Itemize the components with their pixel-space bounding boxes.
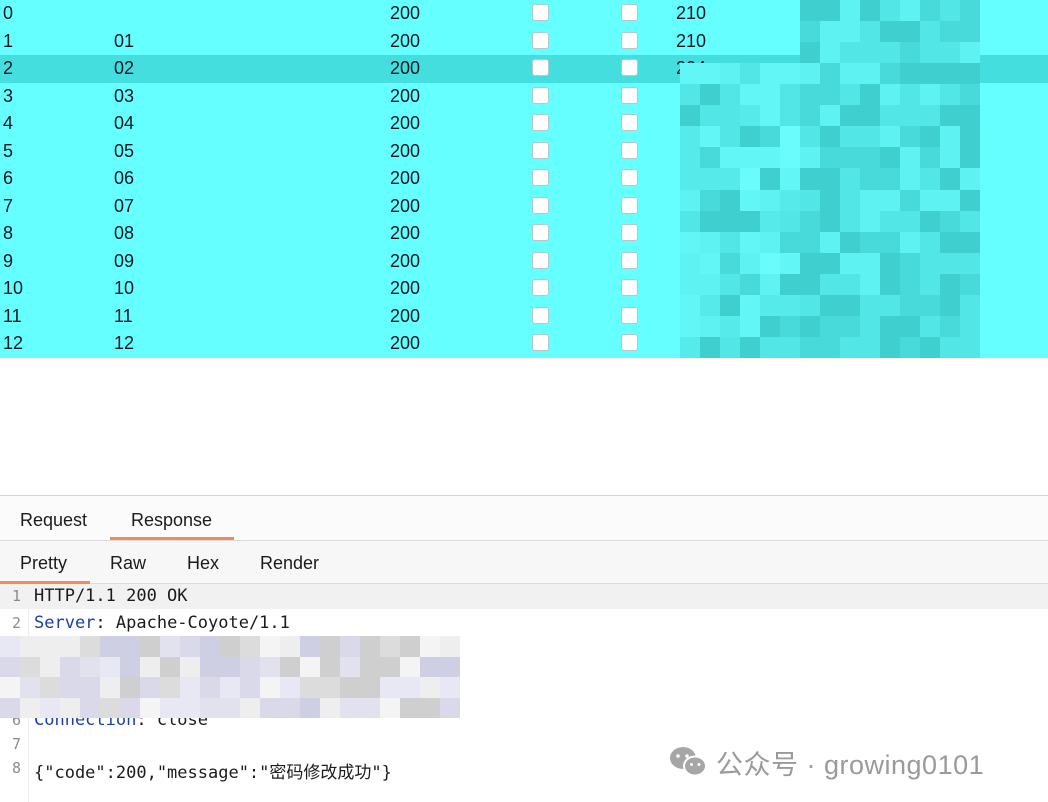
request-index: 9	[3, 250, 14, 271]
payload-cell: 04	[114, 113, 135, 133]
results-table: 0200210101200210202200204303200404200505…	[0, 0, 1048, 358]
payload-cell: 08	[114, 223, 135, 243]
error-checkbox[interactable]	[532, 224, 549, 241]
timeout-checkbox[interactable]	[621, 251, 638, 269]
request-index: 6	[3, 168, 14, 188]
code-line: 1 HTTP/1.1 200 OK	[0, 584, 1048, 609]
status-cell: 200	[390, 140, 421, 161]
timeout-checkbox[interactable]	[621, 86, 638, 104]
payload-cell: 05	[114, 140, 135, 161]
tab-request[interactable]: Request	[20, 510, 87, 531]
error-checkbox[interactable]	[532, 59, 549, 76]
error-checkbox[interactable]	[532, 31, 549, 49]
status-cell: 200	[390, 58, 421, 78]
payload-cell: 12	[114, 333, 135, 353]
request-index: 11	[3, 305, 22, 326]
timeout-checkbox[interactable]	[621, 306, 638, 324]
payload-cell: 09	[114, 250, 135, 271]
tab-raw[interactable]: Raw	[110, 553, 146, 574]
payload-cell: 10	[114, 278, 135, 298]
code-line: 2 Server: Apache-Coyote/1.1	[0, 611, 1048, 636]
header-key: Server	[34, 613, 96, 633]
request-index: 3	[3, 85, 14, 106]
timeout-checkbox[interactable]	[621, 334, 638, 351]
request-index: 4	[3, 113, 14, 133]
timeout-checkbox[interactable]	[621, 196, 638, 214]
line-number: 7	[12, 735, 22, 753]
line-number: 2	[12, 614, 22, 632]
status-cell: 200	[390, 85, 421, 106]
error-checkbox[interactable]	[532, 196, 549, 214]
status-cell: 200	[390, 3, 421, 23]
status-cell: 200	[390, 30, 421, 51]
payload-cell: 01	[114, 30, 135, 51]
status-cell: 200	[390, 333, 421, 353]
request-index: 1	[3, 30, 14, 51]
header-value: : Apache-Coyote/1.1	[95, 613, 290, 633]
error-checkbox[interactable]	[532, 334, 549, 351]
error-checkbox[interactable]	[532, 251, 549, 269]
error-checkbox[interactable]	[532, 114, 549, 131]
request-index: 2	[3, 58, 14, 78]
request-index: 12	[3, 333, 24, 353]
status-cell: 200	[390, 305, 421, 326]
watermark: 公众号 · growing0101	[668, 742, 984, 782]
timeout-checkbox[interactable]	[621, 141, 638, 159]
status-cell: 200	[390, 250, 421, 271]
error-checkbox[interactable]	[532, 141, 549, 159]
payload-cell: 03	[114, 85, 135, 106]
active-tab-underline	[110, 537, 234, 540]
status-cell: 200	[390, 195, 421, 216]
payload-cell: 11	[114, 305, 133, 326]
line-text: Server: Apache-Coyote/1.1	[34, 613, 290, 633]
tab-render[interactable]: Render	[260, 553, 319, 574]
line-number: 8	[12, 759, 22, 777]
payload-cell: 06	[114, 168, 135, 188]
timeout-checkbox[interactable]	[621, 59, 638, 76]
request-index: 10	[3, 278, 24, 298]
line-number: 1	[12, 587, 22, 605]
timeout-checkbox[interactable]	[621, 114, 638, 131]
error-checkbox[interactable]	[532, 279, 549, 296]
view-mode-tabs: Pretty Raw Hex Render	[0, 541, 1048, 584]
error-checkbox[interactable]	[532, 306, 549, 324]
request-index: 7	[3, 195, 14, 216]
tab-hex[interactable]: Hex	[187, 553, 219, 574]
tab-response[interactable]: Response	[131, 510, 212, 531]
request-index: 5	[3, 140, 14, 161]
status-cell: 200	[390, 223, 421, 243]
watermark-text: 公众号 · growing0101	[716, 749, 985, 780]
error-checkbox[interactable]	[532, 169, 549, 186]
status-cell: 200	[390, 113, 421, 133]
error-checkbox[interactable]	[532, 86, 549, 104]
wechat-icon	[670, 747, 707, 777]
timeout-checkbox[interactable]	[621, 4, 638, 21]
status-cell: 200	[390, 168, 421, 188]
line-text: HTTP/1.1 200 OK	[34, 586, 188, 606]
timeout-checkbox[interactable]	[621, 279, 638, 296]
redacted-area	[660, 0, 980, 358]
tab-pretty[interactable]: Pretty	[20, 553, 67, 574]
status-cell: 200	[390, 278, 421, 298]
burp-intruder-window: 0200210101200210202200204303200404200505…	[0, 0, 1048, 802]
request-index: 8	[3, 223, 14, 243]
redacted-headers	[0, 636, 460, 718]
request-index: 0	[3, 3, 14, 23]
request-response-tabs: Request Response	[0, 496, 1048, 541]
error-checkbox[interactable]	[532, 4, 549, 21]
timeout-checkbox[interactable]	[621, 31, 638, 49]
timeout-checkbox[interactable]	[621, 169, 638, 186]
payload-cell: 02	[114, 58, 135, 78]
timeout-checkbox[interactable]	[621, 224, 638, 241]
line-text: {"code":200,"message":"密码修改成功"}	[34, 763, 392, 783]
payload-cell: 07	[114, 195, 135, 216]
